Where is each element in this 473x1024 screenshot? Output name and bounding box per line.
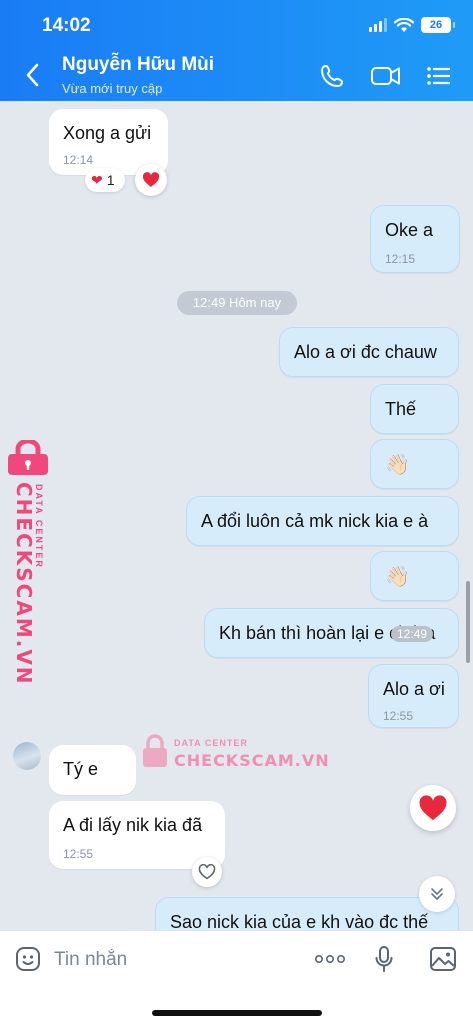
message-bubble-incoming[interactable]: Tý e <box>49 745 136 795</box>
watermark-side: CHECKSCAM.VN DATA CENTER <box>4 440 50 686</box>
photo-button[interactable] <box>427 943 459 975</box>
image-icon <box>430 947 456 971</box>
status-time: 14:02 <box>42 15 91 36</box>
menu-list-icon[interactable] <box>424 62 452 90</box>
message-list[interactable]: Xong a gửi 12:14 ❤ 1 Oke a 12:15 12:49 H… <box>0 101 473 930</box>
message-bubble-outgoing[interactable]: 👋🏻 <box>370 551 459 601</box>
message-bubble-outgoing[interactable]: A đổi luôn cả mk nick kia e à <box>186 496 459 546</box>
message-input-bar <box>0 930 473 1024</box>
contact-name[interactable]: Nguyễn Hữu Mùi <box>62 54 214 76</box>
date-divider: 12:49 Hôm nay <box>177 291 297 315</box>
status-icons: 26 <box>369 17 455 33</box>
message-text: A đổi luôn cả mk nick kia e à <box>201 511 429 531</box>
quick-heart-button[interactable] <box>410 785 456 831</box>
message-time: 12:14 <box>63 153 94 167</box>
contact-avatar[interactable] <box>13 742 41 770</box>
home-indicator <box>152 1010 322 1016</box>
watermark-center: DATA CENTER CHECKSCAM.VN <box>142 734 329 774</box>
message-bubble-outgoing[interactable]: Kh bán thì hoàn lại e chứ a 12:49 <box>204 608 459 658</box>
message-time: 12:49 <box>391 626 434 642</box>
message-text: Sao nick kia của e kh vào đc thế <box>170 912 429 930</box>
watermark-subtitle: DATA CENTER <box>174 738 248 748</box>
message-text: Xong a gửi <box>63 123 152 143</box>
heart-reaction-button[interactable] <box>135 164 167 196</box>
message-text: Tý e <box>63 759 99 779</box>
cellular-signal-icon <box>369 18 387 32</box>
sticker-icon <box>16 947 40 971</box>
message-text: A đi lấy nik kia đã <box>63 815 203 835</box>
chat-header: 14:02 26 Nguyễn Hữu Mùi Vừa mới truy cập <box>0 0 473 101</box>
contact-status: Vừa mới truy cập <box>62 81 163 96</box>
reaction-badge[interactable]: ❤ 1 <box>85 168 125 192</box>
battery-icon: 26 <box>421 17 455 33</box>
message-text: Alo a ơi <box>383 679 445 699</box>
message-bubble-outgoing[interactable]: Alo a ơi 12:55 <box>368 664 459 728</box>
watermark-title: CHECKSCAM.VN <box>174 751 330 770</box>
watermark-title: CHECKSCAM.VN <box>12 482 36 686</box>
waving-hand-emoji: 👋🏻 <box>385 566 410 588</box>
wifi-icon <box>394 17 414 32</box>
more-dots-icon <box>314 954 345 964</box>
message-text: Alo a ơi đc chauw <box>294 342 437 362</box>
heart-outline-icon <box>198 864 216 880</box>
watermark-subtitle: DATA CENTER <box>34 484 44 569</box>
heart-icon <box>142 172 160 187</box>
lock-icon <box>143 734 167 767</box>
voice-message-button[interactable] <box>368 943 400 975</box>
double-chevron-down-icon <box>431 888 443 900</box>
back-arrow-icon[interactable] <box>22 62 44 88</box>
microphone-icon <box>375 946 393 972</box>
message-time: 12:15 <box>385 252 416 266</box>
message-bubble-outgoing[interactable]: Alo a ơi đc chauw <box>279 327 459 377</box>
phone-call-icon[interactable] <box>318 62 346 90</box>
video-call-icon[interactable] <box>370 62 402 90</box>
message-input[interactable] <box>54 945 284 975</box>
scrollbar[interactable] <box>466 581 470 663</box>
emoji-button[interactable] <box>12 943 44 975</box>
message-bubble-outgoing[interactable]: Sao nick kia của e kh vào đc thế <box>155 897 459 930</box>
reaction-count: 1 <box>106 172 115 188</box>
message-text: Oke a <box>385 220 434 240</box>
message-time: 12:55 <box>63 847 94 861</box>
more-options-button[interactable] <box>313 943 347 975</box>
lock-icon <box>8 440 48 475</box>
waving-hand-emoji: 👋🏻 <box>385 454 410 476</box>
message-time: 12:55 <box>383 709 414 723</box>
heart-reaction-button[interactable] <box>192 857 222 887</box>
scroll-to-bottom-button[interactable] <box>419 876 455 912</box>
message-text: Thế <box>385 399 417 419</box>
message-bubble-outgoing[interactable]: 👋🏻 <box>370 439 459 489</box>
message-bubble-outgoing[interactable]: Oke a 12:15 <box>370 205 460 273</box>
heart-icon <box>419 794 447 820</box>
heart-icon: ❤ <box>91 171 103 188</box>
message-bubble-outgoing[interactable]: Thế <box>370 384 459 434</box>
